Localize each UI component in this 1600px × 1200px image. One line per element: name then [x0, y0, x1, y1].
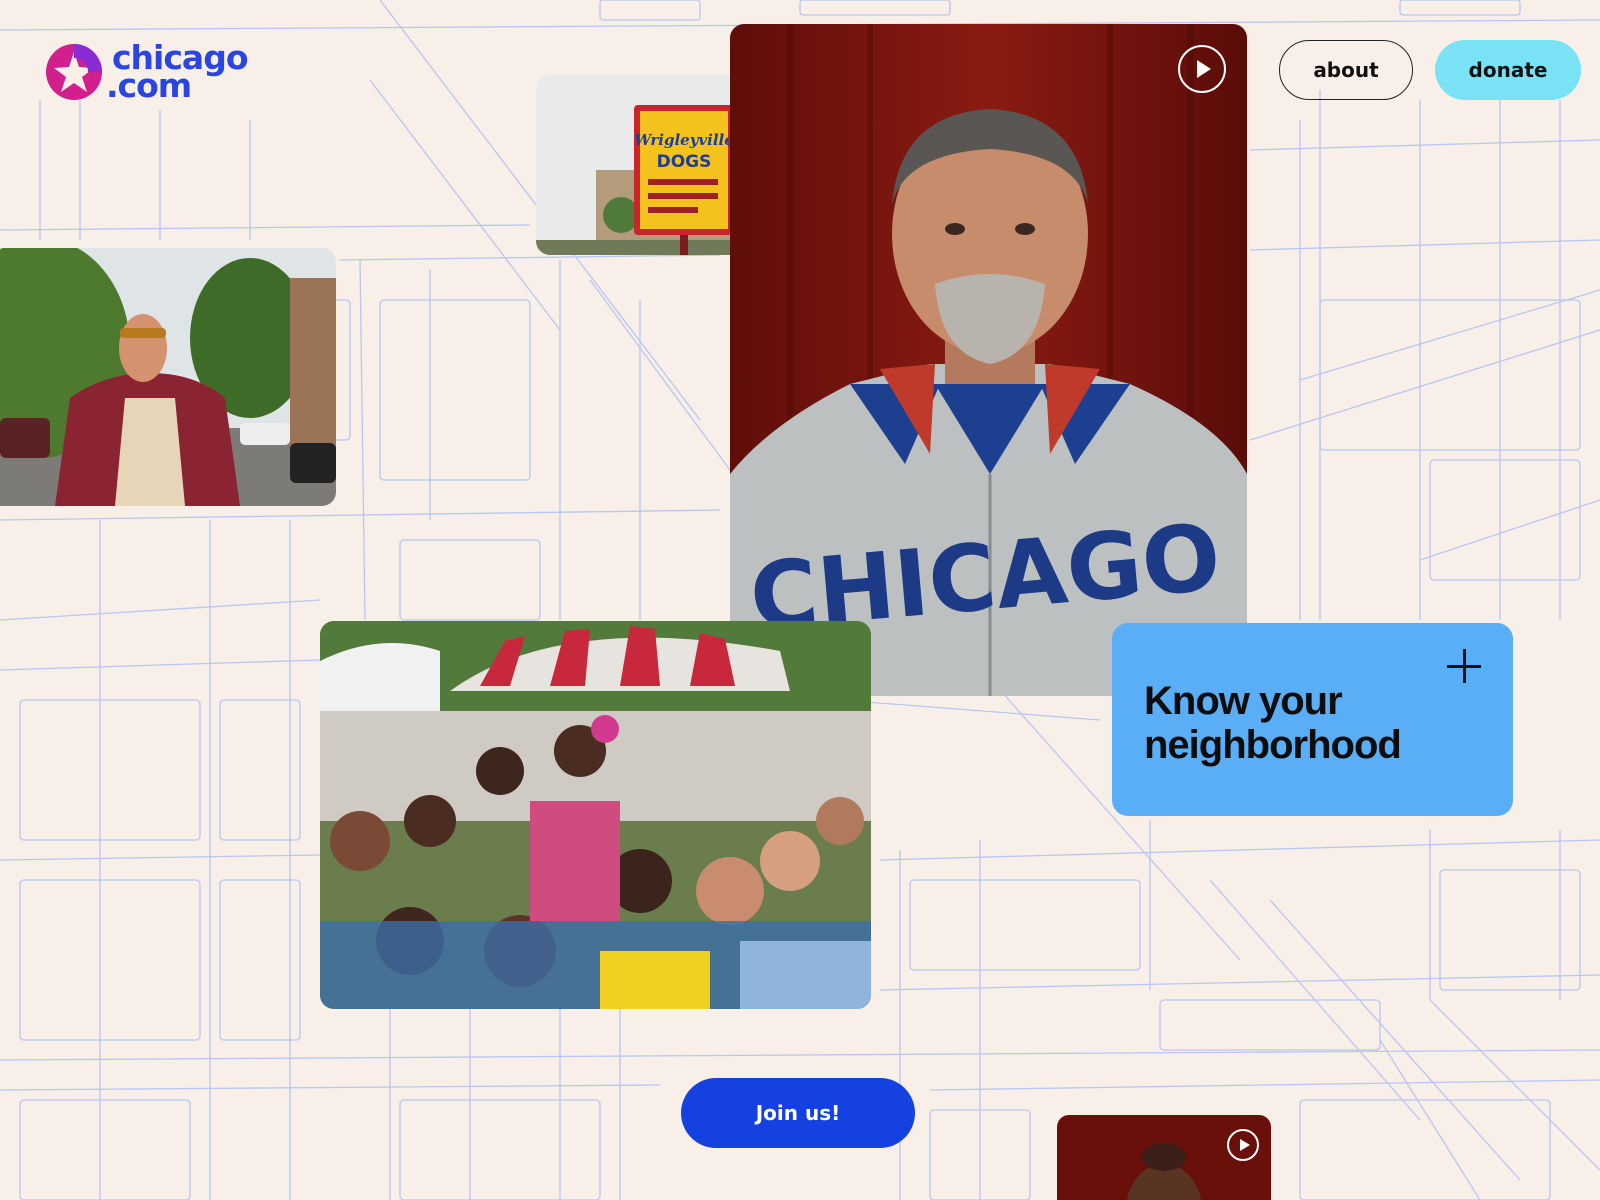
brand-name-line2: .com	[106, 66, 192, 105]
play-video-button-small[interactable]	[1227, 1129, 1259, 1161]
sign-line2: DOGS	[657, 152, 712, 172]
play-video-button[interactable]	[1178, 45, 1226, 93]
site-logo[interactable]: chicago .com	[44, 40, 248, 104]
festival-crowd-photo[interactable]	[320, 621, 871, 1009]
know-your-neighborhood-card[interactable]: Know your neighborhood	[1112, 623, 1513, 816]
donate-button[interactable]: donate	[1435, 40, 1581, 100]
crowd-image	[320, 621, 871, 1009]
man-leather-jacket-photo[interactable]	[0, 248, 336, 506]
star-burst-logo-icon	[46, 44, 102, 100]
brand-wordmark: chicago .com	[106, 41, 248, 102]
neighborhood-card-title: Know your neighborhood	[1144, 679, 1402, 767]
join-us-button[interactable]: Join us!	[681, 1078, 915, 1148]
leather-jacket-image	[0, 248, 336, 506]
plus-icon[interactable]	[1447, 649, 1481, 683]
about-button[interactable]: about	[1279, 40, 1413, 100]
play-icon	[1197, 60, 1211, 78]
portrait-image: CHICAGO	[730, 24, 1247, 696]
chicago-jacket-portrait[interactable]: CHICAGO	[730, 24, 1247, 696]
play-icon	[1239, 1139, 1250, 1151]
sign-line1: Wrigleyville	[634, 131, 734, 149]
